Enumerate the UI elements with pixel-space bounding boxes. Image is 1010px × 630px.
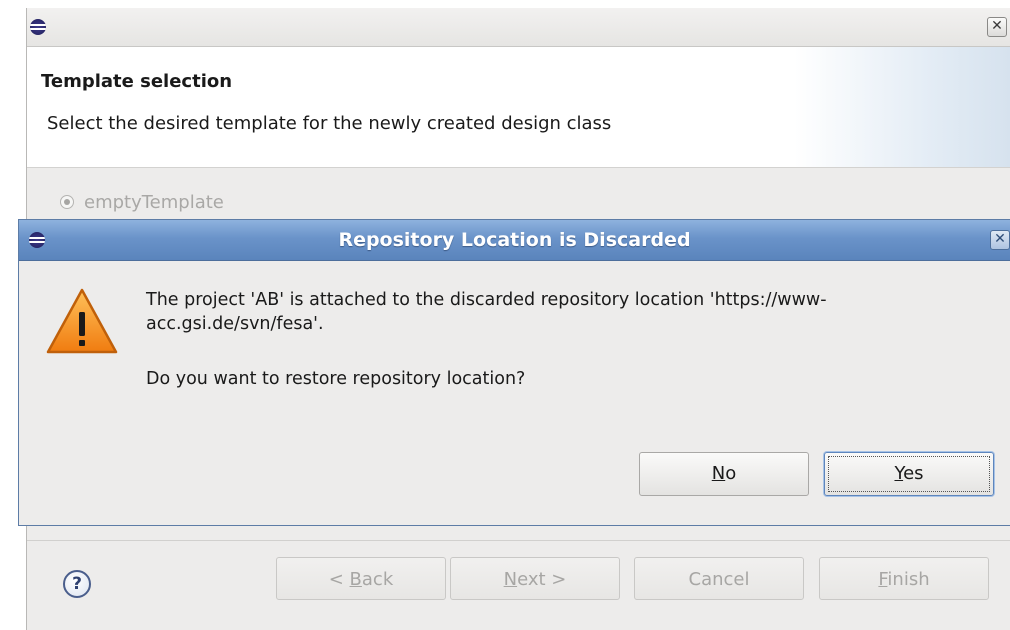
back-button[interactable]: < Back (276, 557, 446, 600)
cancel-button[interactable]: Cancel (634, 557, 804, 600)
repository-discarded-dialog: Repository Location is Discarded ✕ The p… (18, 219, 1010, 526)
wizard-close-button[interactable]: ✕ (987, 17, 1007, 37)
back-button-label: ack (361, 569, 394, 590)
back-button-mnemonic: B (349, 569, 362, 590)
cancel-button-label: Cancel (688, 569, 750, 590)
finish-button[interactable]: Finish (819, 557, 989, 600)
no-button-label: o (725, 463, 737, 484)
page-title: Template selection (41, 71, 233, 92)
next-button[interactable]: Next > (450, 557, 620, 600)
close-icon: ✕ (994, 231, 1006, 247)
close-icon: ✕ (991, 18, 1003, 34)
warning-icon (46, 288, 118, 354)
dialog-message: The project 'AB' is attached to the disc… (146, 290, 827, 334)
template-radio-option[interactable]: emptyTemplate (60, 190, 224, 214)
yes-button-label: es (903, 463, 924, 484)
next-button-mnemonic: N (503, 569, 518, 590)
dialog-title: Repository Location is Discarded (338, 229, 691, 251)
dialog-close-button[interactable]: ✕ (990, 230, 1010, 250)
dialog-titlebar[interactable]: Repository Location is Discarded ✕ (19, 220, 1010, 261)
yes-button-mnemonic: Y (894, 463, 904, 484)
no-button[interactable]: No (639, 452, 809, 496)
finish-button-label: inish (887, 569, 930, 590)
next-button-label: ext > (517, 569, 567, 590)
help-icon[interactable]: ? (63, 570, 91, 598)
dialog-question: Do you want to restore repository locati… (146, 369, 526, 389)
eclipse-icon (30, 19, 46, 35)
wizard-header-banner: Template selection Select the desired te… (27, 47, 1010, 168)
radio-button-selected[interactable] (60, 195, 74, 209)
screen: ✕ Template selection Select the desired … (0, 0, 1010, 630)
no-button-mnemonic: N (711, 463, 726, 484)
template-radio-label: emptyTemplate (84, 191, 224, 213)
page-description: Select the desired template for the newl… (47, 113, 612, 134)
yes-button[interactable]: Yes (824, 452, 994, 496)
back-button-prefix: < (328, 569, 350, 590)
footer-divider (27, 540, 1010, 541)
wizard-titlebar: ✕ (27, 8, 1010, 47)
